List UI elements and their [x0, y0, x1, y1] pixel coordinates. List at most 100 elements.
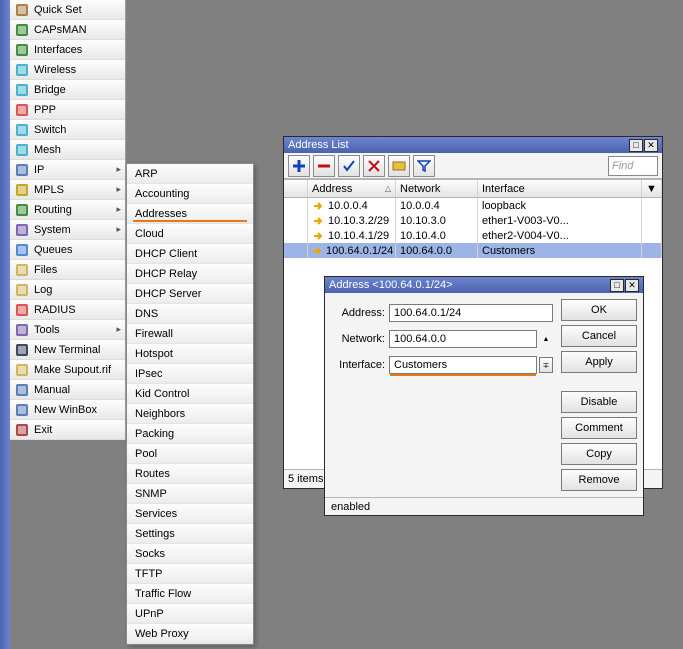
disable-button[interactable] — [363, 155, 385, 177]
comment-button[interactable] — [388, 155, 410, 177]
address-list-titlebar[interactable]: Address List □ ✕ — [284, 137, 662, 153]
sidebar-item-log[interactable]: Log — [10, 280, 125, 300]
interface-input[interactable]: Customers — [389, 356, 537, 374]
sidebar-item-label: New Terminal — [34, 344, 100, 356]
comment-button[interactable]: Comment — [561, 417, 637, 439]
submenu-item-dns[interactable]: DNS — [127, 304, 253, 324]
submenu-item-dhcp-client[interactable]: DHCP Client — [127, 244, 253, 264]
submenu-item-upnp[interactable]: UPnP — [127, 604, 253, 624]
interface-dropdown[interactable]: ∓ — [539, 357, 553, 373]
cell-network: 10.10.3.0 — [396, 213, 478, 228]
submenu-item-routes[interactable]: Routes — [127, 464, 253, 484]
add-button[interactable] — [288, 155, 310, 177]
submenu-item-hotspot[interactable]: Hotspot — [127, 344, 253, 364]
submenu-item-packing[interactable]: Packing — [127, 424, 253, 444]
table-row[interactable]: 10.10.4.1/2910.10.4.0ether2-V004-V0... — [284, 228, 662, 243]
sidebar-item-bridge[interactable]: Bridge — [10, 80, 125, 100]
tools-icon — [14, 322, 30, 338]
maximize-button[interactable]: □ — [610, 279, 624, 292]
sidebar-item-label: RADIUS — [34, 304, 76, 316]
dialog-form: Address: 100.64.0.1/24 Network: 100.64.0… — [325, 293, 559, 497]
close-button[interactable]: ✕ — [644, 139, 658, 152]
submenu-item-dhcp-server[interactable]: DHCP Server — [127, 284, 253, 304]
sidebar-item-ppp[interactable]: PPP — [10, 100, 125, 120]
sidebar-item-queues[interactable]: Queues — [10, 240, 125, 260]
system-icon — [14, 222, 30, 238]
submenu-item-snmp[interactable]: SNMP — [127, 484, 253, 504]
sidebar-item-label: Wireless — [34, 64, 76, 76]
sidebar-item-label: Switch — [34, 124, 66, 136]
address-dialog-titlebar[interactable]: Address <100.64.0.1/24> □ ✕ — [325, 277, 643, 293]
remove-button[interactable] — [313, 155, 335, 177]
cancel-button[interactable]: Cancel — [561, 325, 637, 347]
col-flag[interactable] — [284, 180, 308, 197]
ip-submenu: ARPAccountingAddressesCloudDHCP ClientDH… — [126, 163, 254, 645]
close-button[interactable]: ✕ — [625, 279, 639, 292]
sidebar-item-manual[interactable]: Manual — [10, 380, 125, 400]
sidebar-item-files[interactable]: Files — [10, 260, 125, 280]
sidebar-item-switch[interactable]: Switch — [10, 120, 125, 140]
find-input[interactable]: Find — [608, 156, 658, 176]
submenu-item-socks[interactable]: Socks — [127, 544, 253, 564]
submenu-item-firewall[interactable]: Firewall — [127, 324, 253, 344]
submenu-item-settings[interactable]: Settings — [127, 524, 253, 544]
sidebar-item-exit[interactable]: Exit — [10, 420, 125, 440]
sidebar-item-routing[interactable]: Routing▸ — [10, 200, 125, 220]
sidebar-item-system[interactable]: System▸ — [10, 220, 125, 240]
col-interface[interactable]: Interface — [478, 180, 642, 197]
filter-button[interactable] — [413, 155, 435, 177]
submenu-item-neighbors[interactable]: Neighbors — [127, 404, 253, 424]
col-dropdown[interactable]: ▼ — [642, 180, 662, 197]
sidebar-item-label: IP — [34, 164, 44, 176]
col-address[interactable]: Address△ — [308, 180, 396, 197]
remove-button[interactable]: Remove — [561, 469, 637, 491]
blue-strip — [0, 0, 10, 649]
cell-address: 10.0.0.4 — [328, 200, 368, 212]
sidebar-item-tools[interactable]: Tools▸ — [10, 320, 125, 340]
sidebar-item-quick-set[interactable]: Quick Set — [10, 0, 125, 20]
sidebar-item-ip[interactable]: IP▸ — [10, 160, 125, 180]
submenu-item-cloud[interactable]: Cloud — [127, 224, 253, 244]
sidebar-item-mesh[interactable]: Mesh — [10, 140, 125, 160]
network-spin[interactable]: ▲ — [539, 330, 553, 348]
address-input[interactable]: 100.64.0.1/24 — [389, 304, 553, 322]
sidebar-item-mpls[interactable]: MPLS▸ — [10, 180, 125, 200]
manual-icon — [14, 382, 30, 398]
ppp-icon — [14, 102, 30, 118]
submenu-item-pool[interactable]: Pool — [127, 444, 253, 464]
apply-button[interactable]: Apply — [561, 351, 637, 373]
submenu-item-traffic-flow[interactable]: Traffic Flow — [127, 584, 253, 604]
disable-button[interactable]: Disable — [561, 391, 637, 413]
table-row[interactable]: 10.0.0.410.0.0.4loopback — [284, 198, 662, 213]
address-dialog: Address <100.64.0.1/24> □ ✕ Address: 100… — [324, 276, 644, 516]
ok-button[interactable]: OK — [561, 299, 637, 321]
submenu-item-web-proxy[interactable]: Web Proxy — [127, 624, 253, 644]
table-row[interactable]: 10.10.3.2/2910.10.3.0ether1-V003-V0... — [284, 213, 662, 228]
col-network[interactable]: Network — [396, 180, 478, 197]
copy-button[interactable]: Copy — [561, 443, 637, 465]
submenu-item-services[interactable]: Services — [127, 504, 253, 524]
radius-icon — [14, 302, 30, 318]
sidebar-item-make-supout-rif[interactable]: Make Supout.rif — [10, 360, 125, 380]
sidebar-item-new-winbox[interactable]: New WinBox — [10, 400, 125, 420]
submenu-item-addresses[interactable]: Addresses — [127, 204, 253, 224]
sidebar-item-new-terminal[interactable]: New Terminal — [10, 340, 125, 360]
network-input[interactable]: 100.64.0.0 — [389, 330, 537, 348]
submenu-item-ipsec[interactable]: IPsec — [127, 364, 253, 384]
submenu-item-accounting[interactable]: Accounting — [127, 184, 253, 204]
submenu-item-arp[interactable]: ARP — [127, 164, 253, 184]
sidebar-item-interfaces[interactable]: Interfaces — [10, 40, 125, 60]
enable-button[interactable] — [338, 155, 360, 177]
sidebar-item-radius[interactable]: RADIUS — [10, 300, 125, 320]
cell-address: 100.64.0.1/24 — [326, 245, 393, 257]
dialog-status: enabled — [325, 497, 643, 515]
mesh-icon — [14, 142, 30, 158]
submenu-item-dhcp-relay[interactable]: DHCP Relay — [127, 264, 253, 284]
table-row[interactable]: 100.64.0.1/24100.64.0.0Customers — [284, 243, 662, 258]
sidebar-item-wireless[interactable]: Wireless — [10, 60, 125, 80]
maximize-button[interactable]: □ — [629, 139, 643, 152]
sidebar-item-capsman[interactable]: CAPsMAN — [10, 20, 125, 40]
sidebar-item-label: Mesh — [34, 144, 61, 156]
submenu-item-kid-control[interactable]: Kid Control — [127, 384, 253, 404]
submenu-item-tftp[interactable]: TFTP — [127, 564, 253, 584]
